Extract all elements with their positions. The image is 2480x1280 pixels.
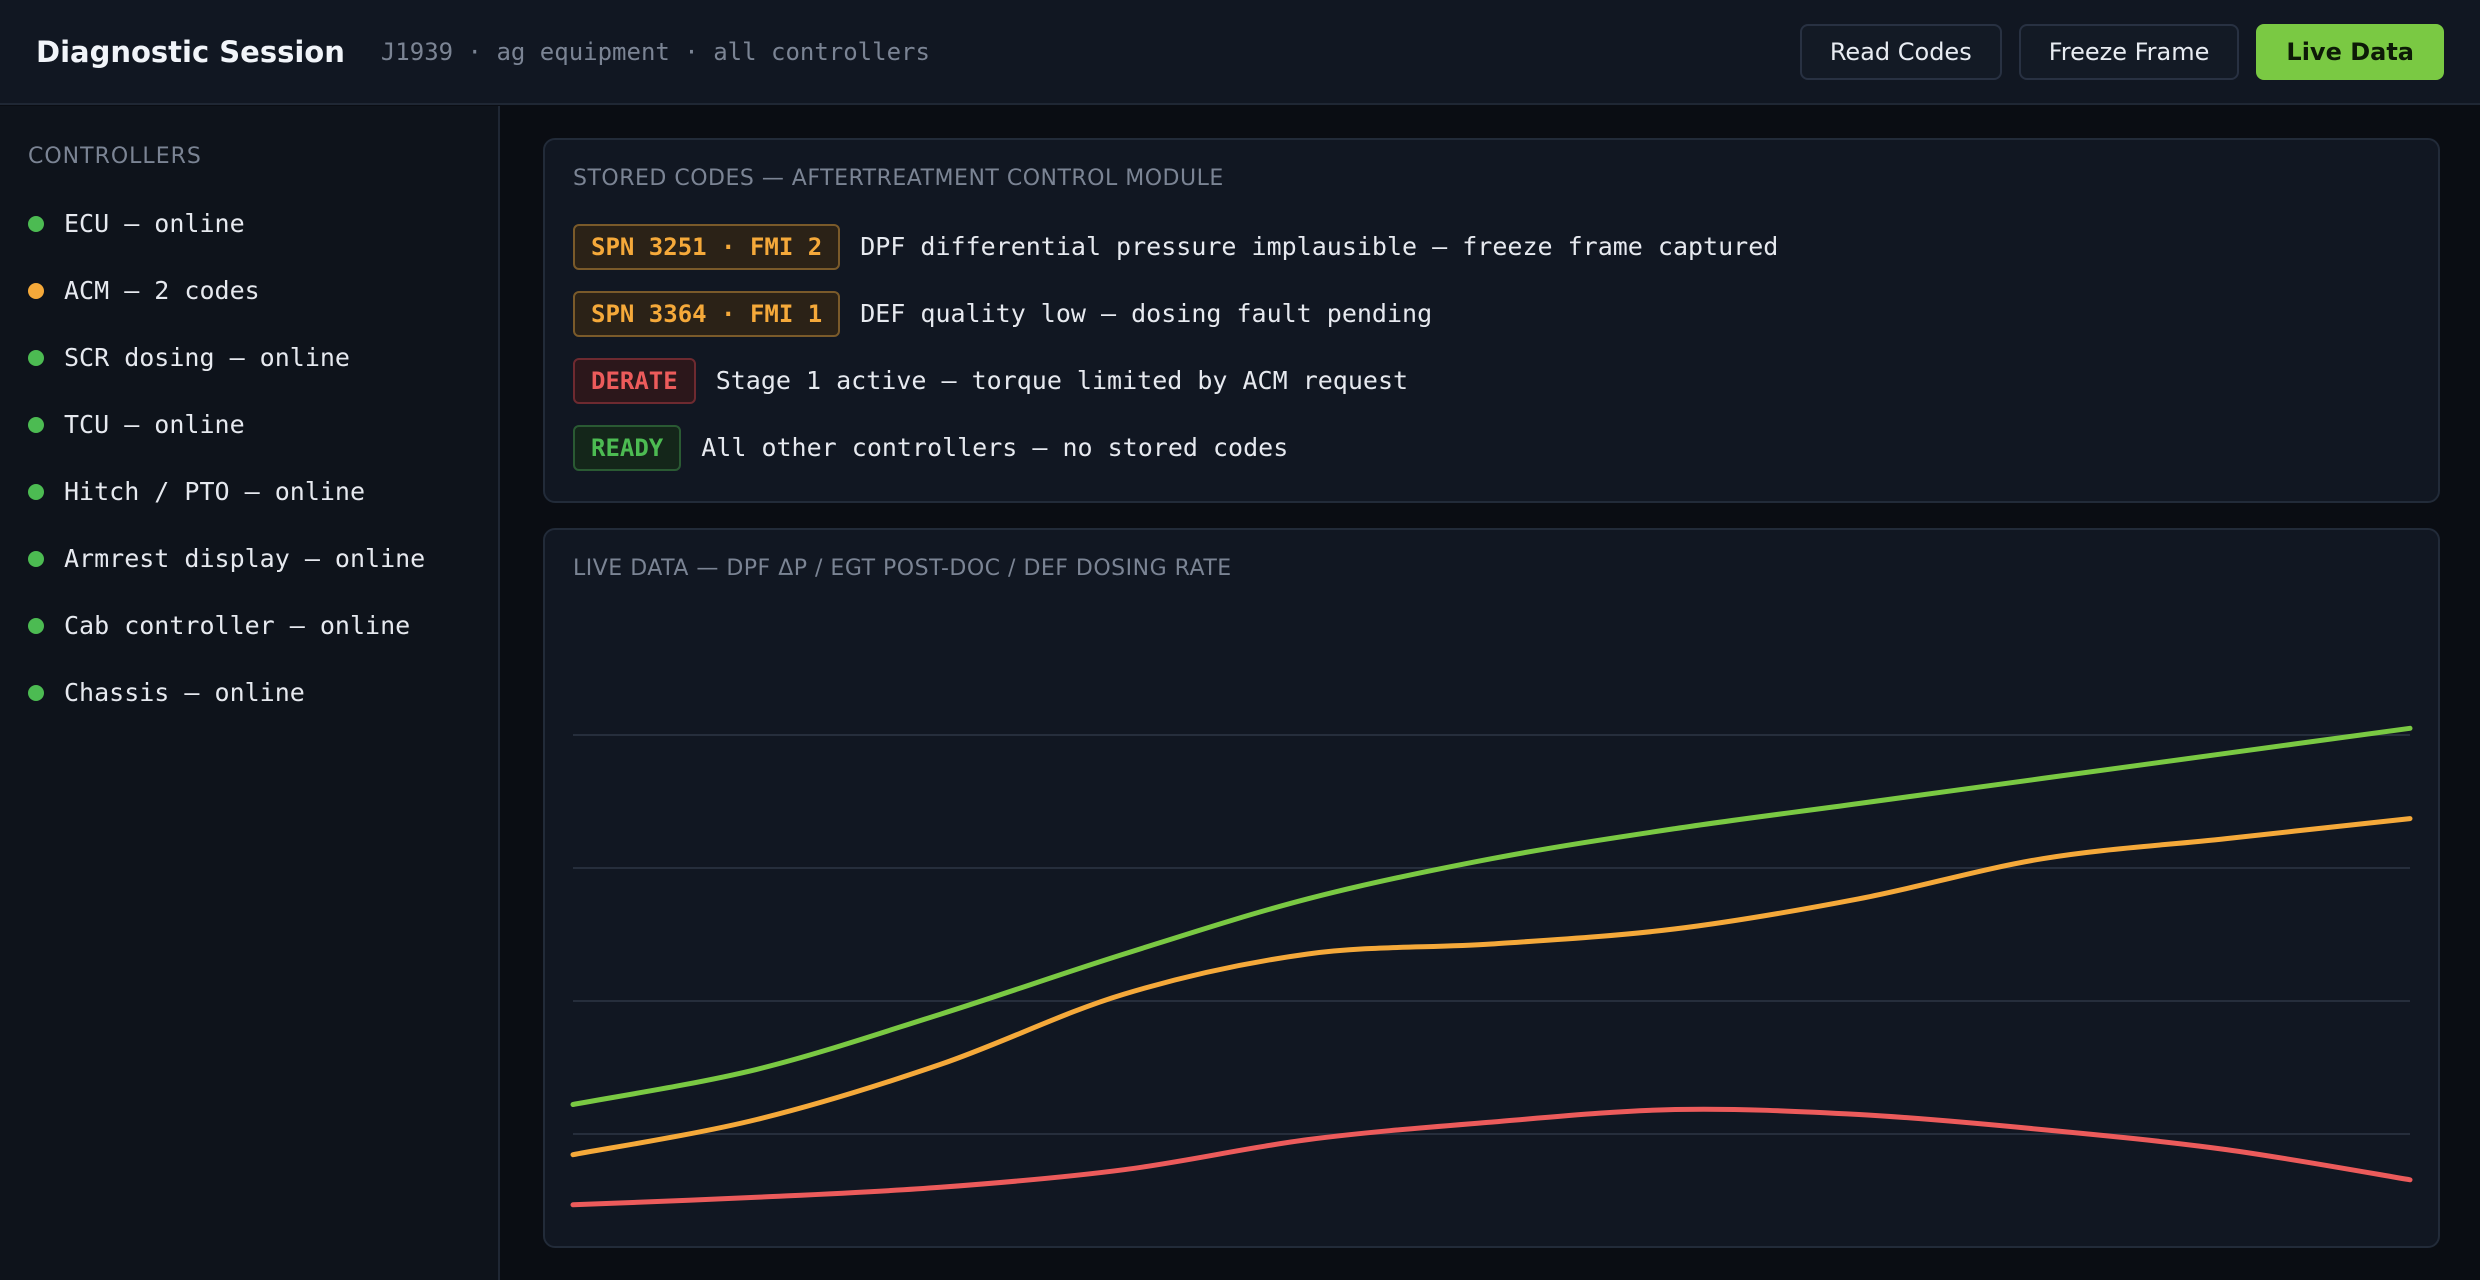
sidebar-item-controller[interactable]: Hitch / PTO — online [0, 458, 498, 525]
read-codes-button[interactable]: Read Codes [1799, 23, 2002, 80]
controller-label: Cab controller — online [64, 611, 411, 640]
controller-label: Armrest display — online [64, 544, 426, 573]
status-dot-icon [28, 617, 44, 634]
sidebar-item-controller[interactable]: ECU — online [0, 190, 498, 257]
controller-label: Hitch / PTO — online [64, 477, 366, 506]
code-badge: SPN 3364 · FMI 1 [573, 290, 841, 337]
code-description: Stage 1 active — torque limited by ACM r… [715, 366, 1409, 395]
sidebar-heading: CONTROLLERS [28, 144, 202, 169]
series-line-3 [570, 1106, 2413, 1208]
series-line-1 [570, 725, 2413, 1107]
series-line-2 [570, 816, 2413, 1158]
status-dot-icon [28, 282, 44, 299]
code-row[interactable]: READY All other controllers — no stored c… [573, 414, 2410, 481]
controller-label: Chassis — online [64, 678, 305, 707]
sidebar-item-controller[interactable]: Armrest display — online [0, 525, 498, 592]
status-dot-icon [28, 483, 44, 500]
controller-label: SCR dosing — online [64, 343, 350, 372]
sidebar-item-controller[interactable]: TCU — online [0, 391, 498, 458]
controller-label: ACM — 2 codes [64, 276, 260, 305]
live-data-panel: LIVE DATA — DPF ΔP / EGT POST-DOC / DEF … [543, 528, 2440, 1248]
sidebar-item-controller[interactable]: Chassis — online [0, 659, 498, 726]
sidebar-item-controller[interactable]: SCR dosing — online [0, 324, 498, 391]
sidebar-item-controller[interactable]: ACM — 2 codes [0, 257, 498, 324]
code-description: All other controllers — no stored codes [701, 433, 1289, 462]
sidebar-item-controller[interactable]: Cab controller — online [0, 592, 498, 659]
live-data-button[interactable]: Live Data [2256, 23, 2444, 80]
stored-codes-title: STORED CODES — AFTERTREATMENT CONTROL MO… [573, 166, 1224, 191]
code-list: SPN 3251 · FMI 2 DPF differential pressur… [573, 213, 2410, 481]
stored-codes-panel: STORED CODES — AFTERTREATMENT CONTROL MO… [543, 138, 2440, 503]
code-row[interactable]: DERATE Stage 1 active — torque limited by… [573, 347, 2410, 414]
controllers-sidebar: CONTROLLERS ECU — online ACM — 2 codes SCR… [0, 106, 500, 1280]
session-subtitle: J1939 · ag equipment · all controllers [380, 37, 930, 66]
code-description: DEF quality low — dosing fault pending [860, 299, 1433, 328]
code-badge: SPN 3251 · FMI 2 [573, 223, 841, 270]
code-badge: READY [573, 424, 682, 471]
code-badge: DERATE [573, 357, 696, 404]
status-dot-icon [28, 550, 44, 567]
live-data-chart [570, 725, 2413, 1208]
code-row[interactable]: SPN 3251 · FMI 2 DPF differential pressur… [573, 213, 2410, 280]
page-title: Diagnostic Session [36, 34, 345, 69]
code-row[interactable]: SPN 3364 · FMI 1 DEF quality low — dosing… [573, 280, 2410, 347]
controller-label: ECU — online [64, 209, 245, 238]
toolbar-actions: Read Codes Freeze Frame Live Data [1799, 23, 2444, 80]
top-bar: Diagnostic Session J1939 · ag equipment … [0, 0, 2480, 105]
status-dot-icon [28, 684, 44, 701]
freeze-frame-button[interactable]: Freeze Frame [2018, 23, 2240, 80]
status-dot-icon [28, 416, 44, 433]
status-dot-icon [28, 215, 44, 232]
code-description: DPF differential pressure implausible — … [860, 232, 1779, 261]
status-dot-icon [28, 349, 44, 366]
controller-list: ECU — online ACM — 2 codes SCR dosing — on… [0, 190, 498, 726]
controller-label: TCU — online [64, 410, 245, 439]
